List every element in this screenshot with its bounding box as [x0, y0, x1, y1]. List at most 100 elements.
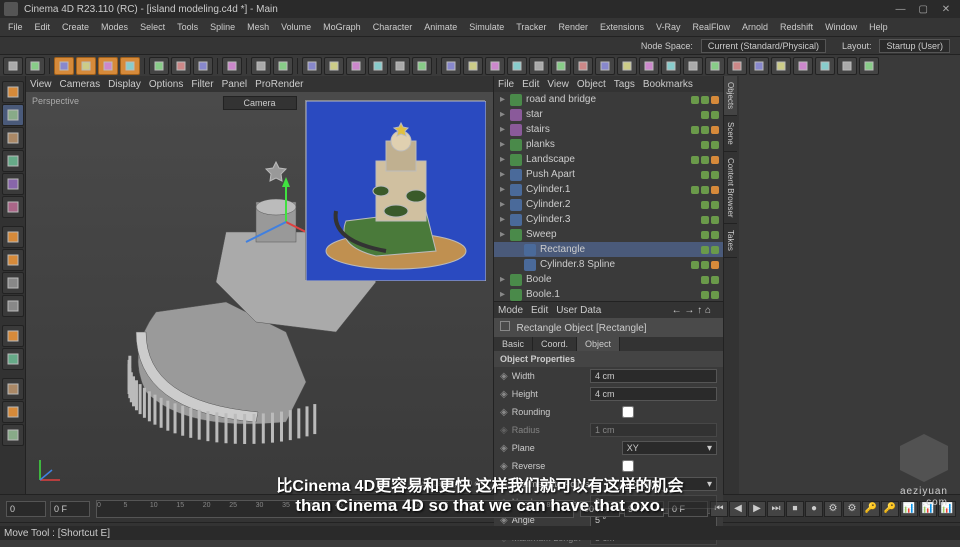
n-button[interactable] — [727, 57, 747, 75]
camera-dropdown[interactable]: Camera — [222, 96, 296, 110]
scale-button[interactable] — [120, 57, 140, 75]
vp-menu-view[interactable]: View — [30, 79, 52, 90]
side-tab-objects[interactable]: Objects — [724, 76, 737, 116]
point-tool[interactable] — [2, 150, 24, 172]
m3-tool[interactable] — [2, 424, 24, 446]
tree-item[interactable]: ▸planks — [494, 137, 723, 152]
playback-btn-5[interactable]: ● — [805, 501, 823, 517]
timeline-ruler[interactable]: 051015202530354045505560657075808590 — [96, 500, 574, 518]
cube-button[interactable] — [302, 57, 322, 75]
menu-file[interactable]: File — [2, 22, 29, 32]
attr-menu-user data[interactable]: User Data — [556, 305, 601, 316]
close-button[interactable]: ✕ — [936, 4, 956, 15]
redo-button[interactable] — [25, 57, 45, 75]
p-button[interactable] — [771, 57, 791, 75]
playback-btn-4[interactable]: ⏹ — [786, 501, 804, 517]
tree-item[interactable]: ▸Sweep — [494, 227, 723, 242]
r-button[interactable] — [815, 57, 835, 75]
undo-button[interactable] — [3, 57, 23, 75]
world-button[interactable] — [222, 57, 242, 75]
s2-tool[interactable] — [2, 348, 24, 370]
prop-radius-input[interactable] — [590, 423, 717, 437]
menu-tools[interactable]: Tools — [171, 22, 204, 32]
attr-menu-edit[interactable]: Edit — [531, 305, 548, 316]
k-button[interactable] — [661, 57, 681, 75]
menu-simulate[interactable]: Simulate — [463, 22, 510, 32]
poly-tool[interactable] — [2, 196, 24, 218]
playback-btn-9[interactable]: 🔑 — [881, 501, 899, 517]
prop-number-input[interactable] — [590, 495, 717, 509]
tree-item[interactable]: ▸Boole — [494, 272, 723, 287]
attr-menu-mode[interactable]: Mode — [498, 305, 523, 316]
vp-menu-panel[interactable]: Panel — [222, 79, 248, 90]
tree-item[interactable]: ▸Push Apart — [494, 167, 723, 182]
playback-btn-3[interactable]: ⏭ — [767, 501, 785, 517]
g-button[interactable] — [573, 57, 593, 75]
menu-tracker[interactable]: Tracker — [510, 22, 552, 32]
menu-realflow[interactable]: RealFlow — [687, 22, 737, 32]
a-button[interactable] — [441, 57, 461, 75]
tree-item[interactable]: ▸stairs — [494, 122, 723, 137]
minimize-button[interactable]: — — [890, 4, 910, 15]
model-tool[interactable] — [2, 104, 24, 126]
texture-tool[interactable] — [2, 127, 24, 149]
tweak-tool[interactable] — [2, 226, 24, 248]
m-button[interactable] — [705, 57, 725, 75]
b-button[interactable] — [463, 57, 483, 75]
rotate-button[interactable] — [98, 57, 118, 75]
light-button[interactable] — [390, 57, 410, 75]
snap-tool[interactable] — [2, 272, 24, 294]
axis-tool[interactable] — [2, 249, 24, 271]
menu-modes[interactable]: Modes — [95, 22, 134, 32]
menu-create[interactable]: Create — [56, 22, 95, 32]
attr-tab-basic[interactable]: Basic — [494, 337, 533, 351]
menu-render[interactable]: Render — [552, 22, 594, 32]
m1-tool[interactable] — [2, 378, 24, 400]
tree-item[interactable]: ▸Cylinder.1 — [494, 182, 723, 197]
vp-menu-options[interactable]: Options — [149, 79, 183, 90]
i-button[interactable] — [617, 57, 637, 75]
x-button[interactable] — [149, 57, 169, 75]
obj-menu-object[interactable]: Object — [577, 79, 606, 90]
menu-redshift[interactable]: Redshift — [774, 22, 819, 32]
menu-spline[interactable]: Spline — [204, 22, 241, 32]
attr-nav-icons[interactable]: ← → ↑ ⌂ — [672, 305, 711, 316]
vp-menu-cameras[interactable]: Cameras — [60, 79, 101, 90]
z-button[interactable] — [193, 57, 213, 75]
playback-btn-2[interactable]: ▶ — [748, 501, 766, 517]
move-button[interactable] — [76, 57, 96, 75]
vp-menu-prorender[interactable]: ProRender — [255, 79, 303, 90]
attr-tab-object[interactable]: Object — [577, 337, 620, 351]
cyl-button[interactable] — [346, 57, 366, 75]
q-button[interactable] — [793, 57, 813, 75]
menu-extensions[interactable]: Extensions — [594, 22, 650, 32]
o-button[interactable] — [749, 57, 769, 75]
timeline-start-frame[interactable] — [50, 501, 90, 517]
playback-btn-12[interactable]: 📊 — [938, 501, 956, 517]
j-button[interactable] — [639, 57, 659, 75]
viewport[interactable]: Perspective Camera — [26, 92, 493, 494]
obj-menu-view[interactable]: View — [547, 79, 569, 90]
tree-item[interactable]: ▸Boole.1 — [494, 287, 723, 302]
obj-menu-edit[interactable]: Edit — [522, 79, 539, 90]
playback-btn-11[interactable]: 📊 — [919, 501, 937, 517]
tree-item[interactable]: Cylinder.8 Spline — [494, 257, 723, 272]
h-button[interactable] — [595, 57, 615, 75]
menu-edit[interactable]: Edit — [29, 22, 57, 32]
live-tool[interactable] — [2, 81, 24, 103]
prop-intermediate points-select[interactable]: Adaptive ▾ — [622, 477, 717, 491]
menu-animate[interactable]: Animate — [418, 22, 463, 32]
prop-height-input[interactable] — [590, 387, 717, 401]
menu-character[interactable]: Character — [367, 22, 419, 32]
l-button[interactable] — [683, 57, 703, 75]
side-tab-scene[interactable]: Scene — [724, 116, 737, 152]
c-button[interactable] — [485, 57, 505, 75]
cam-button[interactable] — [412, 57, 432, 75]
work-tool[interactable] — [2, 295, 24, 317]
t-button[interactable] — [859, 57, 879, 75]
tree-item[interactable]: ▸Cylinder.3 — [494, 212, 723, 227]
menu-v-ray[interactable]: V-Ray — [650, 22, 687, 32]
prop-plane-select[interactable]: XY ▾ — [622, 441, 717, 455]
select-button[interactable] — [54, 57, 74, 75]
menu-window[interactable]: Window — [819, 22, 863, 32]
